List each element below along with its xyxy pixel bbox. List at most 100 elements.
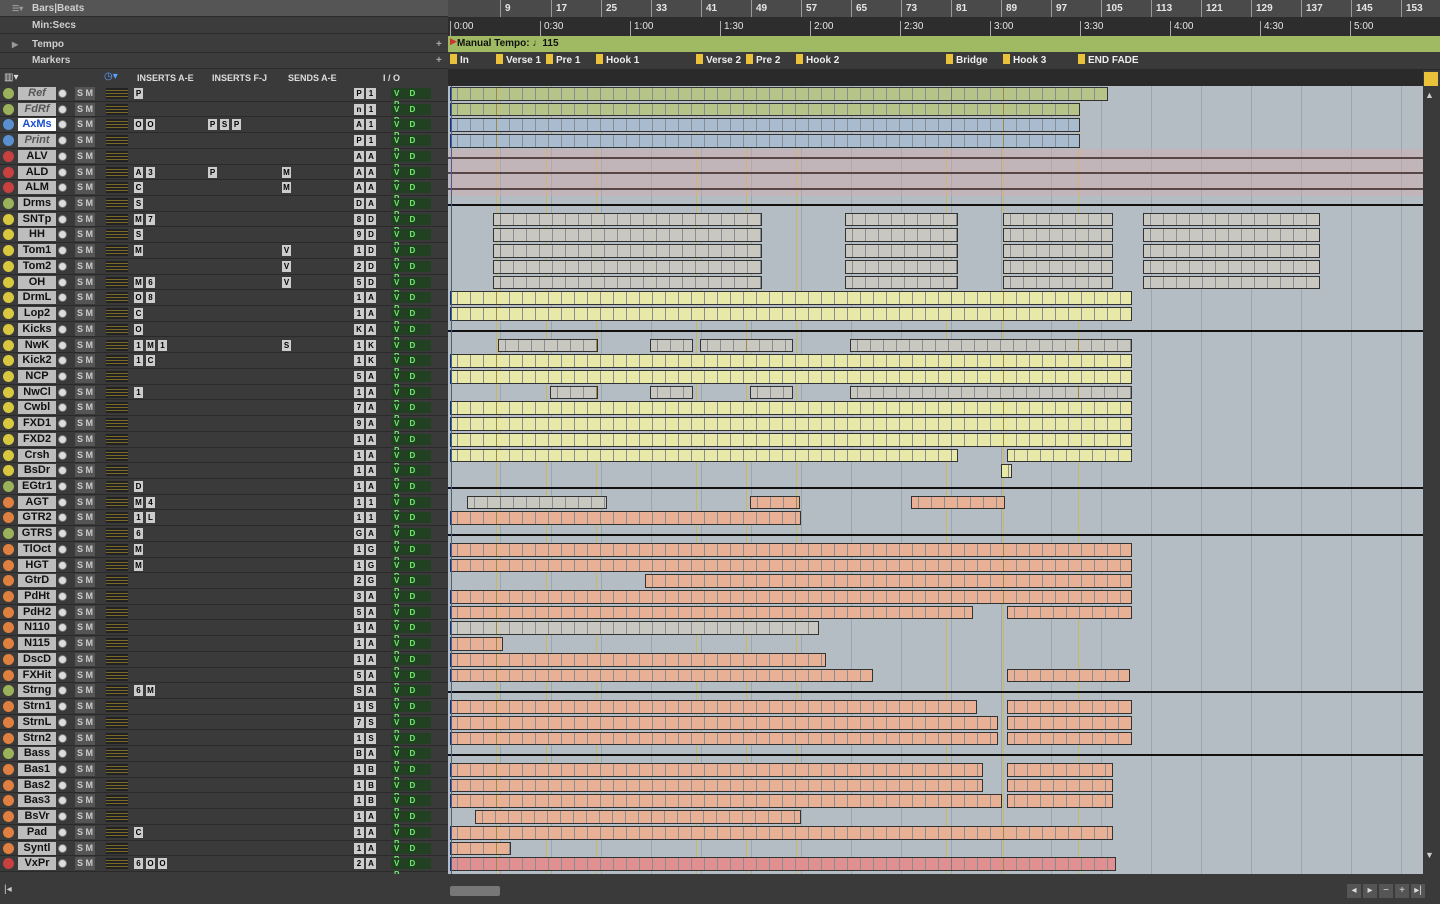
input-selector[interactable]: 1 (354, 355, 364, 367)
track-row[interactable]: ALV S M AA V D P (0, 149, 448, 172)
output-selector[interactable]: D (366, 229, 376, 241)
solo-mute-buttons[interactable]: S M (75, 369, 96, 383)
marker[interactable]: Verse 2 (696, 54, 741, 66)
input-selector[interactable]: 5 (354, 276, 364, 288)
audio-region[interactable] (1007, 731, 1132, 746)
insert-slot[interactable]: S (220, 119, 229, 131)
output-selector[interactable]: A (366, 198, 376, 210)
track-name[interactable]: VxPr (18, 857, 56, 871)
track-row[interactable]: Strn1 S M 1S V D P (0, 699, 448, 722)
insert-slot[interactable]: S (134, 198, 143, 210)
track-row[interactable]: BsVr S M 1A V D P (0, 809, 448, 832)
track-row[interactable]: GTR2S M1L11V D P (0, 510, 448, 533)
track-name[interactable]: ALV (18, 149, 56, 163)
track-row[interactable]: Strng S M 6M SA V D P (0, 683, 448, 706)
insert-slot[interactable]: M (146, 685, 155, 697)
voice-selector[interactable]: V D P (391, 496, 431, 518)
solo-mute-buttons[interactable]: S M (75, 275, 96, 289)
track-name[interactable]: GTRS (18, 527, 56, 541)
output-selector[interactable]: 1 (366, 135, 376, 147)
record-enable-icon[interactable] (3, 213, 14, 225)
audio-region[interactable] (450, 87, 1108, 101)
input-selector[interactable]: P (354, 88, 364, 99)
audio-region[interactable] (493, 244, 762, 258)
track-row[interactable]: ALM S M C M AA V D P (0, 180, 448, 203)
insert-slot[interactable]: P (208, 119, 217, 131)
record-enable-icon[interactable] (3, 826, 14, 838)
track-name[interactable]: Crsh (18, 448, 56, 462)
audio-region[interactable] (1007, 715, 1132, 730)
input-selector[interactable]: 2 (354, 260, 364, 272)
track-name[interactable]: Tom2 (18, 259, 56, 273)
record-enable-icon[interactable] (3, 496, 14, 508)
insert-slot[interactable]: 1 (134, 355, 143, 367)
input-monitor-icon[interactable] (58, 497, 67, 507)
marker[interactable]: Hook 2 (796, 54, 839, 66)
track-name[interactable]: Syntl (18, 841, 56, 855)
track-name[interactable]: NwCl (18, 385, 56, 399)
record-enable-icon[interactable] (3, 779, 14, 791)
audio-region[interactable] (1007, 448, 1132, 463)
track-row[interactable]: Strn2 S M 1S V D P (0, 731, 448, 754)
audio-region[interactable] (850, 385, 1132, 400)
solo-mute-buttons[interactable]: S M (75, 495, 96, 509)
marker[interactable]: Bridge (946, 54, 988, 66)
input-monitor-icon[interactable] (58, 309, 67, 319)
insert-slot[interactable]: O (158, 858, 167, 870)
track-name[interactable]: EGtr1 (18, 480, 56, 493)
insert-slot[interactable]: 1 (134, 339, 143, 351)
input-monitor-icon[interactable] (58, 387, 67, 397)
input-monitor-icon[interactable] (58, 654, 67, 664)
insert-slot[interactable]: D (134, 481, 143, 492)
input-monitor-icon[interactable] (58, 733, 67, 743)
voice-selector[interactable]: V D P (391, 103, 431, 125)
record-enable-icon[interactable] (3, 88, 14, 99)
record-enable-icon[interactable] (3, 119, 14, 131)
output-selector[interactable]: 1 (366, 88, 376, 99)
output-selector[interactable]: K (366, 339, 376, 351)
marker[interactable]: END FADE (1078, 54, 1139, 66)
output-selector[interactable]: A (366, 166, 376, 178)
audio-region[interactable] (1003, 212, 1113, 227)
output-selector[interactable]: A (366, 622, 376, 634)
input-monitor-icon[interactable] (58, 151, 67, 161)
voice-selector[interactable]: V D P (391, 88, 431, 109)
audio-region[interactable] (650, 385, 693, 400)
voice-selector[interactable]: V D P (391, 858, 431, 879)
audio-region[interactable] (1003, 228, 1113, 243)
record-enable-icon[interactable] (3, 449, 14, 461)
playhead[interactable] (451, 86, 452, 874)
input-selector[interactable]: 7 (354, 402, 364, 414)
input-selector[interactable]: 7 (354, 716, 364, 728)
insert-slot[interactable]: 6 (134, 528, 143, 540)
voice-selector[interactable]: V D P (391, 245, 431, 266)
input-monitor-icon[interactable] (58, 544, 67, 554)
audio-region[interactable] (450, 731, 998, 746)
voice-selector[interactable]: V D P (391, 622, 431, 643)
audio-region[interactable] (450, 762, 983, 777)
track-name[interactable]: DscD (18, 652, 56, 666)
record-enable-icon[interactable] (3, 103, 14, 115)
input-monitor-icon[interactable] (58, 607, 67, 617)
send-slot[interactable]: S (282, 339, 291, 351)
record-enable-icon[interactable] (3, 166, 14, 178)
audio-region[interactable] (1007, 668, 1130, 683)
solo-mute-buttons[interactable]: S M (75, 322, 96, 336)
track-name[interactable]: GTR2 (18, 511, 56, 525)
insert-slot[interactable]: O (146, 119, 155, 131)
voice-selector[interactable]: V D P (391, 339, 431, 361)
output-selector[interactable]: A (366, 308, 376, 320)
output-selector[interactable]: 1 (366, 496, 376, 508)
output-selector[interactable]: S (366, 701, 376, 713)
input-monitor-icon[interactable] (58, 717, 67, 727)
solo-mute-buttons[interactable]: S M (75, 621, 96, 635)
voice-selector[interactable]: V D P (391, 685, 431, 706)
solo-mute-buttons[interactable]: S M (75, 87, 96, 100)
track-name[interactable]: AGT (18, 495, 56, 509)
audio-region[interactable] (450, 652, 826, 667)
track-row[interactable]: Bas3 S M 1B V D P (0, 793, 448, 816)
input-selector[interactable]: 9 (354, 418, 364, 430)
solo-mute-buttons[interactable]: S M (75, 542, 96, 556)
output-selector[interactable]: K (366, 355, 376, 367)
record-enable-icon[interactable] (3, 512, 14, 524)
